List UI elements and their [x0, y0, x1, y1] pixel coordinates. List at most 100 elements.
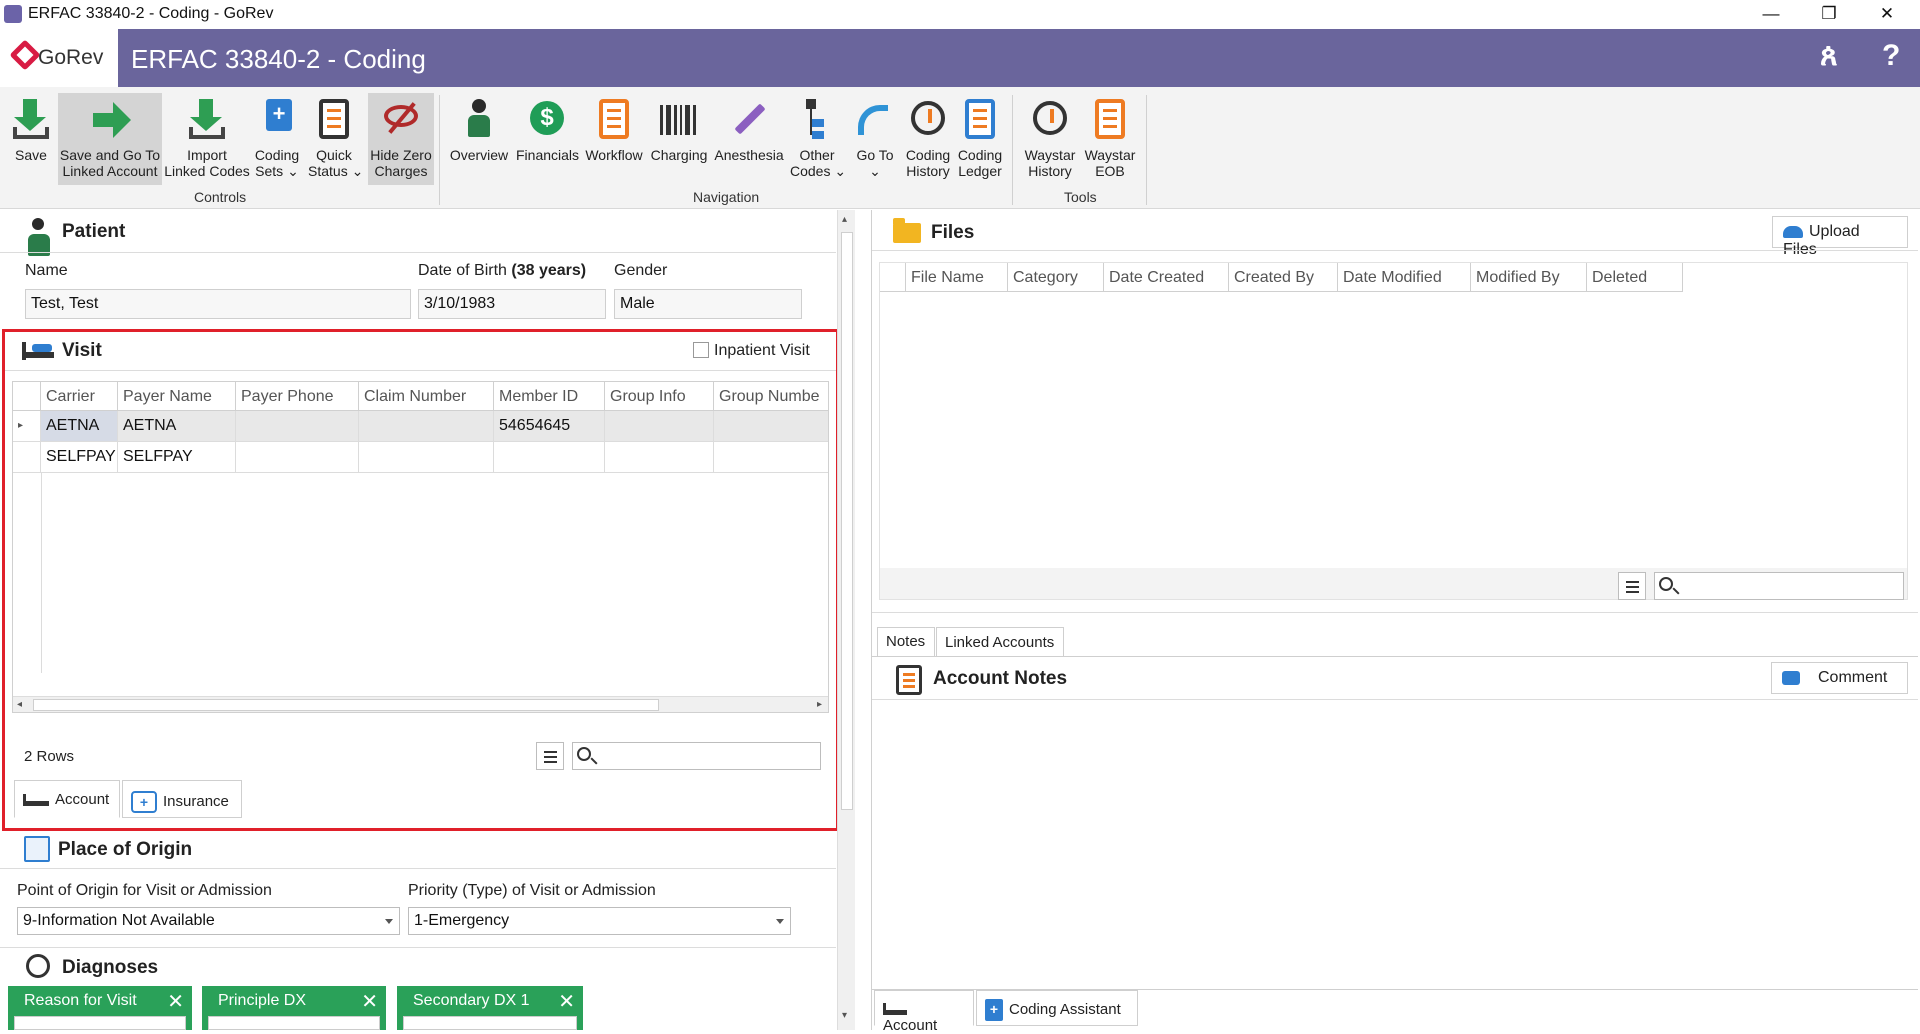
waystar-history-button[interactable]: Waystar History — [1020, 93, 1080, 185]
horizontal-scrollbar[interactable]: ◂ ▸ — [13, 696, 828, 712]
column-header-date-created[interactable]: Date Created — [1104, 263, 1229, 292]
horizontal-scroll-thumb[interactable] — [33, 699, 659, 711]
charging-button[interactable]: Charging — [650, 93, 708, 185]
gender-field[interactable]: Male — [614, 289, 802, 319]
import-linked-codes-button[interactable]: Import Linked Codes — [164, 93, 250, 185]
gorev-logo[interactable]: GoRev — [0, 29, 118, 87]
divider — [872, 656, 1918, 657]
column-header-deleted[interactable]: Deleted — [1587, 263, 1683, 292]
restore-button[interactable]: ❐ — [1800, 0, 1858, 29]
reason-for-visit-button[interactable]: Reason for Visit ✕ — [8, 986, 192, 1030]
cell-payer-phone[interactable] — [236, 442, 359, 473]
overview-button[interactable]: Overview — [448, 93, 510, 185]
inpatient-visit-checkbox[interactable] — [693, 342, 709, 358]
save-and-go-to-linked-account-button[interactable]: Save and Go To Linked Account — [58, 93, 162, 185]
close-icon[interactable]: ✕ — [167, 989, 184, 1014]
cell-group-info[interactable] — [605, 411, 714, 442]
scroll-down-icon[interactable]: ▾ — [842, 1010, 847, 1021]
tab-account[interactable]: Account — [14, 780, 120, 818]
column-header-group-number[interactable]: Group Numbe — [714, 382, 828, 411]
dx-input[interactable] — [14, 1016, 186, 1030]
cell-carrier[interactable]: SELFPAY — [41, 442, 118, 473]
quick-status-button[interactable]: Quick Status ⌄ — [308, 93, 363, 185]
bottom-tab-coding-assistant[interactable]: + Coding Assistant — [976, 990, 1138, 1026]
other-codes-button[interactable]: Other Codes ⌄ — [790, 93, 846, 185]
column-header-carrier[interactable]: Carrier — [41, 382, 118, 411]
column-header-modified-by[interactable]: Modified By — [1471, 263, 1587, 292]
comment-label: Comment — [1818, 669, 1888, 686]
files-search-input[interactable] — [1654, 572, 1904, 600]
coding-history-button[interactable]: Coding History — [904, 93, 952, 185]
workflow-button[interactable]: Workflow — [584, 93, 644, 185]
cell-member-id[interactable]: 54654645 — [494, 411, 605, 442]
help-icon[interactable]: ? — [1882, 39, 1900, 73]
cell-group-info[interactable] — [605, 442, 714, 473]
close-icon[interactable]: ✕ — [361, 989, 378, 1014]
scroll-left-icon[interactable]: ◂ — [17, 699, 22, 710]
row-indicator — [13, 442, 41, 473]
left-panel-scrollbar[interactable]: ▴ ▾ — [837, 210, 855, 1030]
row-indicator-header — [13, 382, 41, 411]
reason-for-visit-label: Reason for Visit — [24, 992, 137, 1009]
files-grid-menu-button[interactable] — [1618, 572, 1646, 600]
grid-search-input[interactable] — [572, 742, 821, 770]
divider — [872, 250, 1918, 251]
dx-input[interactable] — [208, 1016, 380, 1030]
cell-payer-name[interactable]: AETNA — [118, 411, 236, 442]
column-header-file-name[interactable]: File Name — [906, 263, 1008, 292]
row-indicator-header — [880, 263, 906, 292]
folder-icon — [893, 218, 921, 243]
column-header-member-id[interactable]: Member ID — [494, 382, 605, 411]
point-of-origin-value: 9-Information Not Available — [23, 912, 215, 929]
column-header-payer-phone[interactable]: Payer Phone — [236, 382, 359, 411]
tab-linked-accounts[interactable]: Linked Accounts — [936, 627, 1064, 657]
tab-notes[interactable]: Notes — [877, 627, 935, 657]
cell-member-id[interactable] — [494, 442, 605, 473]
cell-claim-number[interactable] — [359, 442, 494, 473]
bottom-tab-account[interactable]: Account — [874, 990, 974, 1034]
import-icon — [186, 97, 228, 143]
scroll-up-icon[interactable]: ▴ — [842, 214, 847, 225]
user-icon[interactable]: ጰ — [1820, 39, 1838, 73]
column-header-payer-name[interactable]: Payer Name — [118, 382, 236, 411]
anesthesia-button[interactable]: Anesthesia — [714, 93, 784, 185]
minimize-button[interactable]: — — [1742, 0, 1800, 29]
principle-dx-button[interactable]: Principle DX ✕ — [202, 986, 386, 1030]
cell-group-number[interactable] — [714, 411, 828, 442]
waystar-eob-button[interactable]: Waystar EOB — [1082, 93, 1138, 185]
priority-select[interactable]: 1-Emergency — [408, 907, 791, 935]
scroll-right-icon[interactable]: ▸ — [817, 699, 822, 710]
close-icon[interactable]: ✕ — [558, 989, 575, 1014]
cell-payer-phone[interactable] — [236, 411, 359, 442]
column-header-date-modified[interactable]: Date Modified — [1338, 263, 1471, 292]
column-header-category[interactable]: Category — [1008, 263, 1104, 292]
column-header-claim-number[interactable]: Claim Number — [359, 382, 494, 411]
cell-group-number[interactable] — [714, 442, 828, 473]
tools-group-label: Tools — [1064, 189, 1097, 205]
comment-button[interactable]: Comment — [1771, 662, 1908, 694]
financials-button[interactable]: $ Financials — [516, 93, 579, 185]
upload-files-button[interactable]: Upload Files — [1772, 216, 1908, 258]
cell-claim-number[interactable] — [359, 411, 494, 442]
save-button[interactable]: Save — [6, 93, 56, 185]
go-to-button[interactable]: Go To ⌄ — [852, 93, 898, 185]
divider — [5, 370, 836, 371]
column-header-group-info[interactable]: Group Info — [605, 382, 714, 411]
vertical-scroll-thumb[interactable] — [841, 232, 853, 810]
dob-field[interactable]: 3/10/1983 — [418, 289, 606, 319]
hide-zero-charges-button[interactable]: Hide Zero Charges — [368, 93, 434, 185]
coding-ledger-button[interactable]: Coding Ledger — [956, 93, 1004, 185]
coding-sets-button[interactable]: + Coding Sets ⌄ — [252, 93, 302, 185]
search-icon — [577, 747, 591, 761]
cell-carrier[interactable]: AETNA — [41, 411, 118, 442]
cell-payer-name[interactable]: SELFPAY — [118, 442, 236, 473]
column-header-created-by[interactable]: Created By — [1229, 263, 1338, 292]
secondary-dx-1-button[interactable]: Secondary DX 1 ✕ — [397, 986, 583, 1030]
files-grid: File Name Category Date Created Created … — [879, 262, 1908, 600]
grid-menu-button[interactable] — [536, 742, 564, 770]
point-of-origin-select[interactable]: 9-Information Not Available — [17, 907, 400, 935]
dx-input[interactable] — [403, 1016, 577, 1030]
tab-insurance[interactable]: + Insurance — [122, 780, 242, 818]
close-button[interactable]: ✕ — [1858, 0, 1916, 29]
patient-name-field[interactable]: Test, Test — [25, 289, 411, 319]
